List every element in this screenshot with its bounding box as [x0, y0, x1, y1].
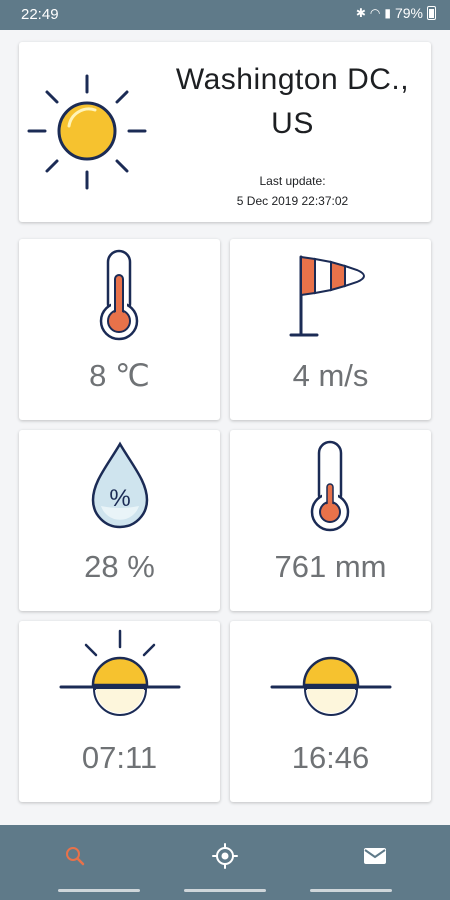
- location-card: Washington DC., US Last update: 5 Dec 20…: [19, 42, 431, 222]
- pressure-thermometer-icon: [310, 440, 349, 532]
- humidity-value: 28 %: [84, 549, 155, 584]
- sunrise-icon: [59, 629, 180, 716]
- wind-tile: 4 m/s: [230, 239, 431, 420]
- sunset-icon: [270, 656, 391, 716]
- thermometer-icon: [99, 249, 138, 341]
- location-icon: [212, 843, 238, 869]
- nav-indicator-location: [184, 889, 266, 892]
- windsock-icon: [289, 255, 365, 337]
- last-update-time: 5 Dec 2019 22:37:02: [236, 194, 349, 208]
- sunset-tile: 16:46: [230, 621, 431, 802]
- svg-text:%: %: [109, 485, 130, 512]
- battery-icon: [427, 6, 436, 20]
- humidity-tile: % 28 %: [19, 430, 220, 611]
- sunrise-time: 07:11: [81, 740, 158, 775]
- sunrise-tile: 07:11: [19, 621, 220, 802]
- bluetooth-icon: ✱: [355, 6, 366, 20]
- pressure-value: 761 mm: [274, 549, 387, 584]
- nav-indicator-search: [58, 889, 140, 892]
- mail-icon: [364, 848, 386, 864]
- nav-mail-button[interactable]: [355, 841, 395, 871]
- city-name: Washington DC., US: [175, 63, 410, 140]
- wifi-icon: ◠: [369, 6, 381, 20]
- nav-location-button[interactable]: [205, 841, 245, 871]
- humidity-drop-icon: %: [91, 441, 148, 529]
- sunset-time: 16:46: [291, 740, 370, 775]
- temperature-tile: 8 ℃: [19, 239, 220, 420]
- search-icon: [66, 847, 85, 866]
- wind-value: 4 m/s: [292, 358, 369, 393]
- sun-icon: [27, 74, 147, 190]
- temperature-value: 8 ℃: [89, 358, 150, 393]
- status-icons: ✱ ◠ ▮ 79%: [356, 5, 436, 21]
- signal-icon: ▮: [384, 6, 391, 20]
- nav-search-button[interactable]: [55, 841, 95, 871]
- status-time: 22:49: [21, 6, 59, 23]
- last-update-label: Last update:: [259, 174, 326, 188]
- pressure-tile: 761 mm: [230, 430, 431, 611]
- status-bar: 22:49 ✱ ◠ ▮ 79%: [0, 0, 450, 30]
- nav-indicator-mail: [310, 889, 392, 892]
- battery-percent: 79%: [394, 5, 423, 21]
